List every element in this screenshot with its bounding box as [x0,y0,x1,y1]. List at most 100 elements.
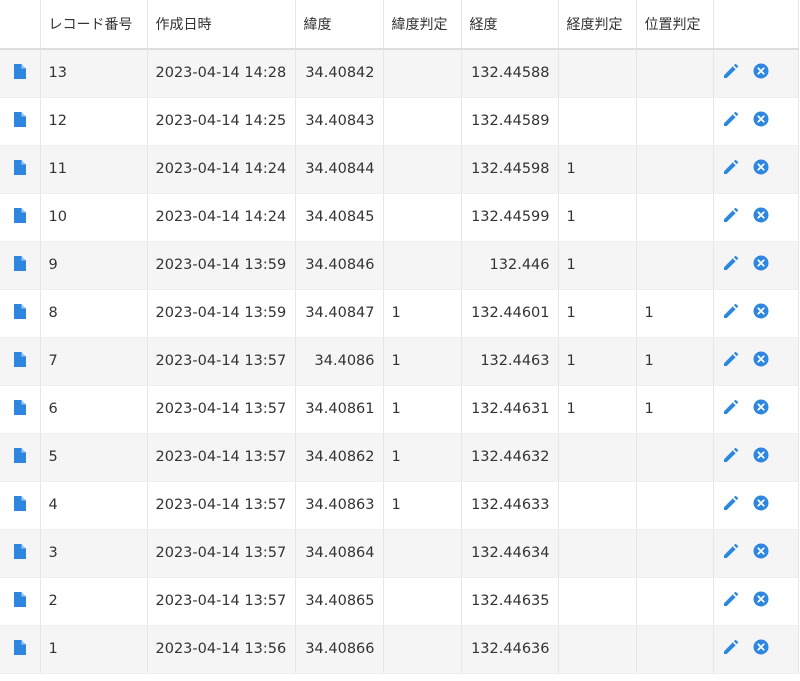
pencil-icon[interactable] [722,63,739,84]
latitude-judgement-cell: 1 [383,481,462,530]
record-number-cell: 2 [40,577,148,626]
header-latitude[interactable]: 緯度 [295,0,384,50]
record-number-cell: 1 [40,625,148,674]
document-icon[interactable] [13,639,26,659]
created-at-cell: 2023-04-14 13:56 [147,625,296,674]
header-created-at[interactable]: 作成日時 [147,0,296,50]
longitude-judgement-cell [558,529,637,578]
close-circle-icon[interactable] [753,399,769,419]
longitude-cell: 132.4463 [461,337,559,386]
longitude-judgement-cell: 1 [558,385,637,434]
close-circle-icon[interactable] [753,495,769,515]
pencil-icon[interactable] [722,255,739,276]
table-header: レコード番号 作成日時 緯度 緯度判定 経度 経度判定 位置判定 [0,0,799,50]
view-cell [0,97,41,146]
actions-cell [713,193,799,242]
pencil-icon[interactable] [722,399,739,420]
document-icon[interactable] [13,303,26,323]
latitude-cell: 34.40846 [295,241,384,290]
pencil-icon[interactable] [722,303,739,324]
table-row: 5 2023-04-14 13:57 34.40862 1 132.44632 [0,433,799,482]
record-number-cell: 13 [40,49,148,98]
close-circle-icon[interactable] [753,159,769,179]
document-icon[interactable] [13,591,26,611]
close-circle-icon[interactable] [753,543,769,563]
close-circle-icon[interactable] [753,447,769,467]
pencil-icon[interactable] [722,495,739,516]
pencil-icon[interactable] [722,447,739,468]
latitude-cell: 34.40864 [295,529,384,578]
header-longitude[interactable]: 経度 [461,0,559,50]
document-icon[interactable] [13,447,26,467]
actions-cell [713,337,799,386]
document-icon[interactable] [13,543,26,563]
view-cell [0,145,41,194]
view-cell [0,625,41,674]
longitude-judgement-cell: 1 [558,145,637,194]
position-judgement-cell: 1 [636,337,714,386]
document-icon[interactable] [13,207,26,227]
table-row: 7 2023-04-14 13:57 34.4086 1 132.4463 1 … [0,337,799,386]
pencil-icon[interactable] [722,591,739,612]
record-number-cell: 3 [40,529,148,578]
document-icon[interactable] [13,399,26,419]
latitude-cell: 34.40847 [295,289,384,338]
longitude-judgement-cell [558,97,637,146]
table-body: 13 2023-04-14 14:28 34.40842 132.44588 1… [0,49,799,674]
document-icon[interactable] [13,63,26,83]
table-row: 10 2023-04-14 14:24 34.40845 132.44599 1 [0,193,799,242]
pencil-icon[interactable] [722,207,739,228]
close-circle-icon[interactable] [753,255,769,275]
latitude-judgement-cell: 1 [383,337,462,386]
pencil-icon[interactable] [722,639,739,660]
pencil-icon[interactable] [722,111,739,132]
document-icon[interactable] [13,351,26,371]
pencil-icon[interactable] [722,159,739,180]
table-row: 3 2023-04-14 13:57 34.40864 132.44634 [0,529,799,578]
document-icon[interactable] [13,111,26,131]
actions-cell [713,625,799,674]
record-number-cell: 11 [40,145,148,194]
close-circle-icon[interactable] [753,111,769,131]
table-row: 2 2023-04-14 13:57 34.40865 132.44635 [0,577,799,626]
header-longitude-judgement[interactable]: 経度判定 [558,0,637,50]
pencil-icon[interactable] [722,543,739,564]
longitude-cell: 132.44598 [461,145,559,194]
longitude-cell: 132.44601 [461,289,559,338]
longitude-cell: 132.44634 [461,529,559,578]
record-number-cell: 7 [40,337,148,386]
longitude-cell: 132.44589 [461,97,559,146]
header-record-number[interactable]: レコード番号 [40,0,148,50]
latitude-judgement-cell [383,145,462,194]
table-row: 6 2023-04-14 13:57 34.40861 1 132.44631 … [0,385,799,434]
close-circle-icon[interactable] [753,63,769,83]
close-circle-icon[interactable] [753,207,769,227]
longitude-cell: 132.446 [461,241,559,290]
document-icon[interactable] [13,495,26,515]
longitude-cell: 132.44588 [461,49,559,98]
view-cell [0,385,41,434]
latitude-cell: 34.40861 [295,385,384,434]
created-at-cell: 2023-04-14 13:57 [147,433,296,482]
latitude-cell: 34.40866 [295,625,384,674]
actions-cell [713,433,799,482]
close-circle-icon[interactable] [753,591,769,611]
close-circle-icon[interactable] [753,303,769,323]
longitude-cell: 132.44633 [461,481,559,530]
close-circle-icon[interactable] [753,639,769,659]
document-icon[interactable] [13,255,26,275]
longitude-cell: 132.44631 [461,385,559,434]
header-latitude-judgement[interactable]: 緯度判定 [383,0,462,50]
pencil-icon[interactable] [722,351,739,372]
actions-cell [713,385,799,434]
longitude-judgement-cell [558,577,637,626]
view-cell [0,289,41,338]
header-position-judgement[interactable]: 位置判定 [636,0,714,50]
close-circle-icon[interactable] [753,351,769,371]
view-cell [0,481,41,530]
document-icon[interactable] [13,159,26,179]
table-row: 11 2023-04-14 14:24 34.40844 132.44598 1 [0,145,799,194]
record-number-cell: 10 [40,193,148,242]
latitude-cell: 34.40865 [295,577,384,626]
latitude-judgement-cell [383,241,462,290]
